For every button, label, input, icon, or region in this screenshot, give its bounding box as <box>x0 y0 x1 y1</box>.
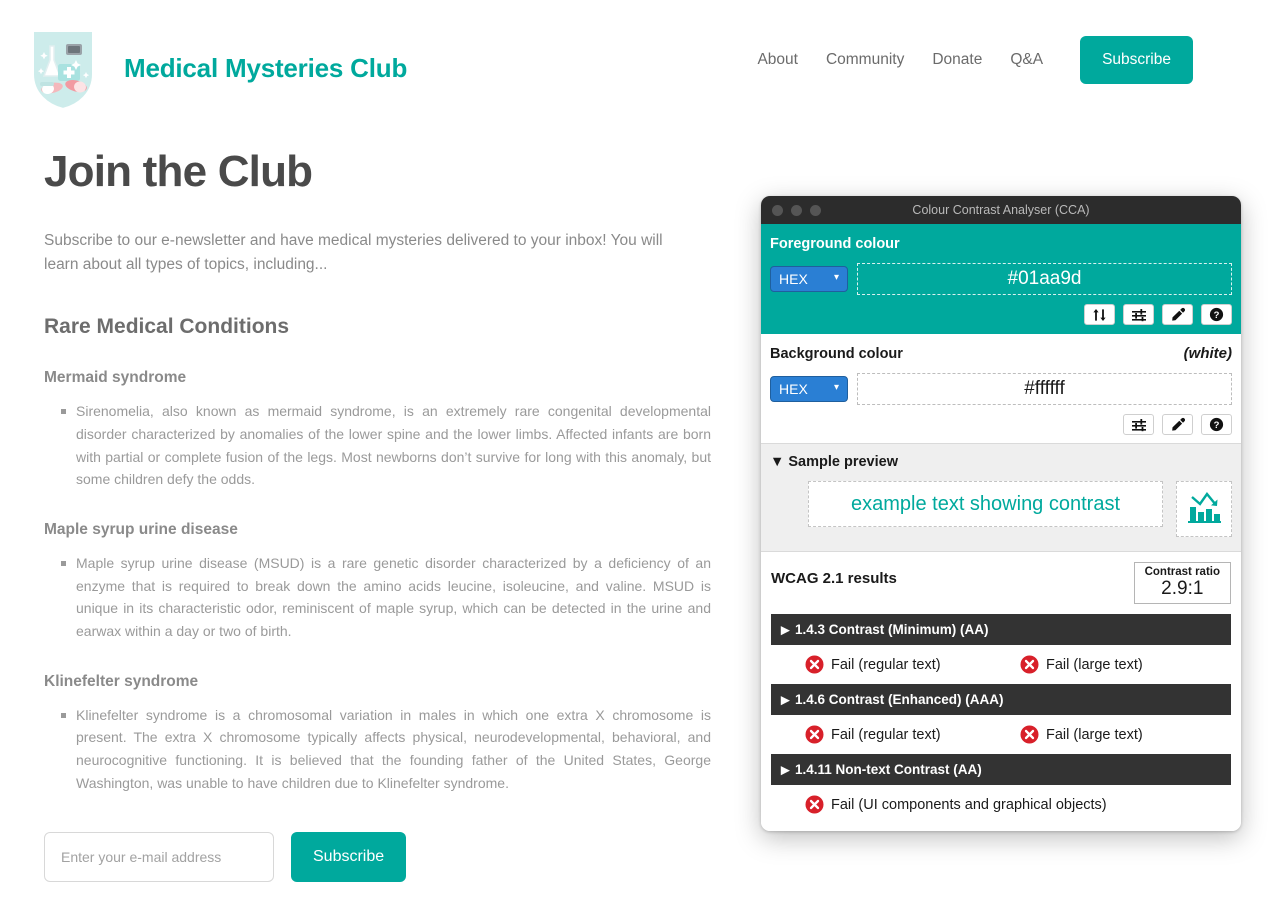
fail-icon <box>805 725 824 744</box>
wcag-results-panel: WCAG 2.1 results Contrast ratio 2.9:1 ▶ … <box>761 552 1241 831</box>
results-header: WCAG 2.1 results Contrast ratio 2.9:1 <box>771 562 1231 605</box>
svg-text:?: ? <box>1214 310 1220 321</box>
verdict-regular-text: Fail (regular text) <box>805 655 1020 674</box>
brand[interactable]: Medical Mysteries Club <box>24 22 407 114</box>
foreground-panel: Foreground colour HEX ▾ #01aa9d ? <box>761 224 1241 334</box>
medical-shield-logo <box>24 22 102 114</box>
page-title: Join the Club <box>44 147 313 196</box>
verdict-non-text: Fail (UI components and graphical object… <box>805 795 1107 814</box>
condition-list: Maple syrup urine disease (MSUD) is a ra… <box>44 552 711 643</box>
window-titlebar[interactable]: Colour Contrast Analyser (CCA) <box>761 196 1241 224</box>
fail-icon <box>805 795 824 814</box>
sample-graphic <box>1176 481 1232 537</box>
list-item: Sirenomelia, also known as mermaid syndr… <box>61 400 711 491</box>
criterion-1-4-3-verdicts: Fail (regular text) Fail (large text) <box>771 655 1231 674</box>
nav-donate[interactable]: Donate <box>918 51 996 69</box>
nav-qa[interactable]: Q&A <box>996 51 1057 69</box>
fail-icon <box>805 655 824 674</box>
criterion-1-4-6-header[interactable]: ▶ 1.4.6 Contrast (Enhanced) (AAA) <box>771 684 1231 716</box>
nav-community[interactable]: Community <box>812 51 918 69</box>
help-icon[interactable]: ? <box>1201 414 1232 435</box>
header-subscribe-button[interactable]: Subscribe <box>1080 36 1193 84</box>
background-format-select-wrap: HEX ▾ <box>770 376 848 402</box>
nav-about[interactable]: About <box>743 51 812 69</box>
sample-text[interactable]: example text showing contrast <box>808 481 1163 527</box>
background-label: Background colour <box>770 346 903 362</box>
foreground-format-select[interactable]: HEX <box>770 266 848 292</box>
background-button-row: ? <box>770 414 1232 435</box>
condition-list: Klinefelter syndrome is a chromosomal va… <box>44 704 711 795</box>
background-hex-input[interactable]: #ffffff <box>857 373 1232 405</box>
verdict-label: Fail (large text) <box>1046 726 1143 743</box>
criterion-label: 1.4.11 Non-text Contrast (AA) <box>795 762 982 778</box>
list-item: Maple syrup urine disease (MSUD) is a ra… <box>61 552 711 643</box>
contrast-ratio-label: Contrast ratio <box>1144 566 1220 578</box>
foreground-button-row: ? <box>770 304 1232 325</box>
disclosure-triangle-icon: ▶ <box>781 764 790 777</box>
criterion-1-4-3-header[interactable]: ▶ 1.4.3 Contrast (Minimum) (AA) <box>771 614 1231 646</box>
swap-colours-icon[interactable] <box>1084 304 1115 325</box>
criterion-label: 1.4.6 Contrast (Enhanced) (AAA) <box>795 692 1004 708</box>
site-header: Medical Mysteries Club About Community D… <box>0 0 1275 125</box>
sample-preview-row: example text showing contrast <box>770 481 1232 537</box>
intro-paragraph: Subscribe to our e-newsletter and have m… <box>44 232 663 274</box>
condition-block: Maple syrup urine disease Maple syrup ur… <box>44 521 711 643</box>
results-title: WCAG 2.1 results <box>771 570 897 587</box>
criterion-label: 1.4.3 Contrast (Minimum) (AA) <box>795 622 989 638</box>
disclosure-triangle-icon: ▶ <box>781 694 790 707</box>
condition-block: Mermaid syndrome Sirenomelia, also known… <box>44 369 711 491</box>
condition-list: Sirenomelia, also known as mermaid syndr… <box>44 400 711 491</box>
fail-icon <box>1020 725 1039 744</box>
verdict-regular-text: Fail (regular text) <box>805 725 1020 744</box>
sliders-icon[interactable] <box>1123 414 1154 435</box>
foreground-input-row: HEX ▾ #01aa9d <box>770 263 1232 295</box>
disclosure-triangle-icon: ▶ <box>781 624 790 637</box>
verdict-label: Fail (large text) <box>1046 656 1143 673</box>
sample-preview-disclosure[interactable]: ▼ Sample preview <box>770 454 1232 470</box>
condition-title: Klinefelter syndrome <box>44 672 199 690</box>
background-format-select[interactable]: HEX <box>770 376 848 402</box>
subscribe-button[interactable]: Subscribe <box>291 832 407 883</box>
cca-window: Colour Contrast Analyser (CCA) Foregroun… <box>761 196 1241 831</box>
contrast-ratio-box: Contrast ratio 2.9:1 <box>1133 562 1231 605</box>
background-panel: Background colour (white) HEX ▾ #ffffff <box>761 334 1241 443</box>
foreground-hex-input[interactable]: #01aa9d <box>857 263 1232 295</box>
background-colour-note: (white) <box>1183 345 1232 362</box>
sliders-icon[interactable] <box>1123 304 1154 325</box>
declining-bar-chart-icon <box>1184 487 1224 532</box>
background-input-row: HEX ▾ #ffffff <box>770 373 1232 405</box>
brand-title: Medical Mysteries Club <box>124 52 408 83</box>
verdict-large-text: Fail (large text) <box>1020 725 1143 744</box>
section-title-rare-conditions: Rare Medical Conditions <box>44 315 290 339</box>
eyedropper-icon[interactable] <box>1162 304 1193 325</box>
sample-preview-panel: ▼ Sample preview example text showing co… <box>761 443 1241 552</box>
help-icon[interactable]: ? <box>1201 304 1232 325</box>
verdict-large-text: Fail (large text) <box>1020 655 1143 674</box>
main-content: Join the Club Subscribe to our e-newslet… <box>44 147 711 909</box>
condition-block: Klinefelter syndrome Klinefelter syndrom… <box>44 672 711 795</box>
email-field[interactable] <box>44 832 274 883</box>
foreground-format-select-wrap: HEX ▾ <box>770 266 848 292</box>
main-navigation: About Community Donate Q&A Subscribe <box>743 36 1193 84</box>
window-title: Colour Contrast Analyser (CCA) <box>912 203 1090 217</box>
eyedropper-icon[interactable] <box>1162 414 1193 435</box>
foreground-label: Foreground colour <box>770 236 900 252</box>
subscribe-form: Subscribe <box>44 832 704 883</box>
condition-title: Mermaid syndrome <box>44 369 187 387</box>
svg-text:?: ? <box>1214 420 1220 431</box>
background-header: Background colour (white) <box>770 345 1232 362</box>
criterion-1-4-11-verdicts: Fail (UI components and graphical object… <box>771 795 1231 814</box>
list-item: Klinefelter syndrome is a chromosomal va… <box>61 704 711 795</box>
verdict-label: Fail (regular text) <box>831 726 941 743</box>
fail-icon <box>1020 655 1039 674</box>
verdict-label: Fail (UI components and graphical object… <box>831 796 1107 813</box>
condition-title: Maple syrup urine disease <box>44 521 238 539</box>
criterion-1-4-11-header[interactable]: ▶ 1.4.11 Non-text Contrast (AA) <box>771 754 1231 786</box>
page-root: Medical Mysteries Club About Community D… <box>0 0 1275 909</box>
criterion-1-4-6-verdicts: Fail (regular text) Fail (large text) <box>771 725 1231 744</box>
verdict-label: Fail (regular text) <box>831 656 941 673</box>
contrast-ratio-value: 2.9:1 <box>1161 578 1204 599</box>
